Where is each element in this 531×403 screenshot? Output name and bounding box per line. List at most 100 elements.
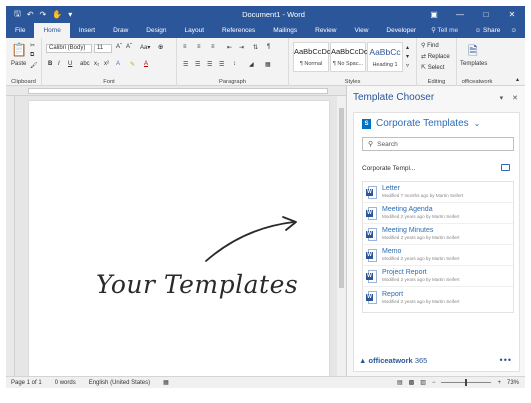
replace-button[interactable]: ⇄ Replace: [421, 53, 450, 60]
change-case-icon[interactable]: Aa▾: [140, 44, 150, 51]
highlight-icon[interactable]: ✎: [130, 61, 135, 68]
zoom-out-button[interactable]: −: [432, 380, 436, 386]
borders-icon[interactable]: ▦: [265, 61, 271, 68]
customize-qat-icon[interactable]: ▾: [68, 10, 72, 19]
template-item-report[interactable]: W Report Modified 2 years ago by Martin S…: [363, 287, 513, 308]
bold-button[interactable]: B: [48, 61, 52, 67]
font-size-combo[interactable]: 11: [94, 44, 112, 53]
templates-button[interactable]: Templates: [460, 61, 487, 67]
touch-mode-icon[interactable]: ✋: [52, 10, 62, 19]
folder-open-icon[interactable]: [501, 164, 510, 171]
italic-button[interactable]: I: [58, 61, 60, 67]
style-no-spacing[interactable]: AaBbCcDc ¶ No Spac...: [330, 42, 368, 72]
template-item-meeting-minutes[interactable]: W Meeting Minutes Modified 2 years ago by…: [363, 224, 513, 245]
tab-layout[interactable]: Layout: [176, 24, 214, 38]
pane-options-icon[interactable]: ▾: [500, 94, 504, 102]
tab-home[interactable]: Home: [34, 23, 70, 38]
save-icon[interactable]: 🖫: [14, 8, 21, 22]
paste-button[interactable]: Paste: [11, 61, 26, 67]
read-mode-icon[interactable]: ▤: [397, 379, 403, 386]
maximize-icon[interactable]: □: [473, 10, 499, 19]
styles-scroll-up-icon[interactable]: ▴: [406, 44, 409, 51]
tab-design[interactable]: Design: [137, 24, 175, 38]
web-layout-icon[interactable]: ▥: [420, 379, 426, 386]
tab-view[interactable]: View: [345, 24, 377, 38]
redo-icon[interactable]: ↷: [40, 10, 47, 19]
word-count[interactable]: 0 words: [55, 380, 76, 386]
pane-close-icon[interactable]: ✕: [512, 94, 518, 102]
styles-more-icon[interactable]: ▿: [406, 62, 409, 69]
horizontal-ruler[interactable]: [6, 86, 346, 96]
collapse-ribbon-icon[interactable]: ▴: [516, 76, 519, 83]
font-name-combo[interactable]: Calibri (Body): [46, 44, 92, 53]
increase-indent-icon[interactable]: ⇥: [239, 44, 244, 51]
page-count[interactable]: Page 1 of 1: [11, 380, 42, 386]
zoom-slider-knob[interactable]: [465, 379, 468, 386]
template-search-input[interactable]: ⚲ Search: [362, 137, 514, 151]
undo-icon[interactable]: ↶: [27, 10, 34, 19]
share-button[interactable]: ☺ Share: [475, 24, 501, 38]
format-painter-icon[interactable]: 🖌: [30, 62, 38, 69]
shading-icon[interactable]: ◢: [249, 61, 254, 68]
template-item-letter[interactable]: W Letter Modified 7 months ago by Martin …: [363, 182, 513, 203]
justify-icon[interactable]: ☰: [219, 61, 224, 68]
font-color-icon[interactable]: A: [144, 61, 148, 67]
smiley-icon[interactable]: ☺: [510, 24, 517, 38]
subscript-button[interactable]: x₂: [94, 61, 99, 67]
tab-review[interactable]: Review: [306, 24, 345, 38]
tab-draw[interactable]: Draw: [104, 24, 137, 38]
find-button[interactable]: ⚲ Find: [421, 42, 439, 49]
shrink-font-icon[interactable]: Aˇ: [126, 44, 132, 50]
decrease-indent-icon[interactable]: ⇤: [227, 44, 232, 51]
multilevel-list-icon[interactable]: ≡: [211, 44, 215, 50]
ribbon-display-icon[interactable]: ▣: [421, 10, 447, 19]
zoom-in-button[interactable]: +: [497, 380, 501, 386]
tab-developer[interactable]: Developer: [377, 24, 425, 38]
vertical-ruler[interactable]: [6, 96, 15, 376]
scrollbar-thumb[interactable]: [339, 108, 344, 288]
macro-record-icon[interactable]: ▦: [163, 379, 169, 386]
underline-button[interactable]: U: [68, 61, 72, 67]
pilcrow-icon[interactable]: ¶: [267, 44, 270, 50]
styles-scroll-down-icon[interactable]: ▾: [406, 53, 409, 60]
line-spacing-icon[interactable]: ↕: [233, 61, 236, 67]
text-effects-icon[interactable]: A: [116, 61, 120, 67]
zoom-area: ▤ ▩ ▥ − + 73%: [397, 379, 525, 386]
strikethrough-button[interactable]: abc: [80, 61, 90, 67]
zoom-level[interactable]: 73%: [507, 380, 519, 386]
align-center-icon[interactable]: ☰: [195, 61, 200, 68]
cut-icon[interactable]: ✂: [30, 42, 35, 49]
tab-insert[interactable]: Insert: [70, 24, 104, 38]
tab-mailings[interactable]: Mailings: [264, 24, 306, 38]
bullets-icon[interactable]: ≡: [183, 44, 187, 50]
style-heading-1[interactable]: AaBbCc Heading 1: [367, 42, 403, 72]
breadcrumb[interactable]: Corporate Templ...: [362, 165, 415, 172]
zoom-slider[interactable]: [441, 379, 492, 386]
style-normal[interactable]: AaBbCcDc ¶ Normal: [293, 42, 331, 72]
tell-me-search[interactable]: ⚲ Tell me: [425, 24, 464, 38]
template-item-memo[interactable]: W Memo Modified 2 years ago by Martin Sei…: [363, 245, 513, 266]
copy-icon[interactable]: ⧉: [30, 52, 34, 59]
template-item-meeting-agenda[interactable]: W Meeting Agenda Modified 2 years ago by …: [363, 203, 513, 224]
superscript-button[interactable]: x²: [104, 61, 109, 67]
paragraph-label: Paragraph: [218, 79, 247, 85]
more-options-icon[interactable]: •••: [500, 355, 512, 365]
minimize-icon[interactable]: —: [447, 10, 473, 19]
align-right-icon[interactable]: ☰: [207, 61, 212, 68]
align-left-icon[interactable]: ☰: [183, 61, 188, 68]
templates-icon[interactable]: 🗎: [468, 42, 478, 63]
sort-icon[interactable]: ⇅: [253, 44, 258, 51]
language-indicator[interactable]: English (United States): [89, 380, 150, 386]
close-icon[interactable]: ✕: [499, 10, 525, 19]
library-selector[interactable]: S Corporate Templates ⌄: [362, 118, 480, 129]
numbering-icon[interactable]: ≡: [197, 44, 201, 50]
clear-format-icon[interactable]: ♼: [158, 44, 163, 51]
grow-font-icon[interactable]: Aˆ: [116, 44, 122, 50]
tab-file[interactable]: File: [6, 24, 34, 38]
select-button[interactable]: ⇱ Select: [421, 64, 444, 71]
vertical-scrollbar[interactable]: [337, 96, 346, 376]
clipboard-icon[interactable]: 📋: [11, 42, 27, 58]
print-layout-icon[interactable]: ▩: [409, 379, 415, 386]
template-item-project-report[interactable]: W Project Report Modified 2 years ago by …: [363, 266, 513, 287]
tab-references[interactable]: References: [213, 24, 264, 38]
